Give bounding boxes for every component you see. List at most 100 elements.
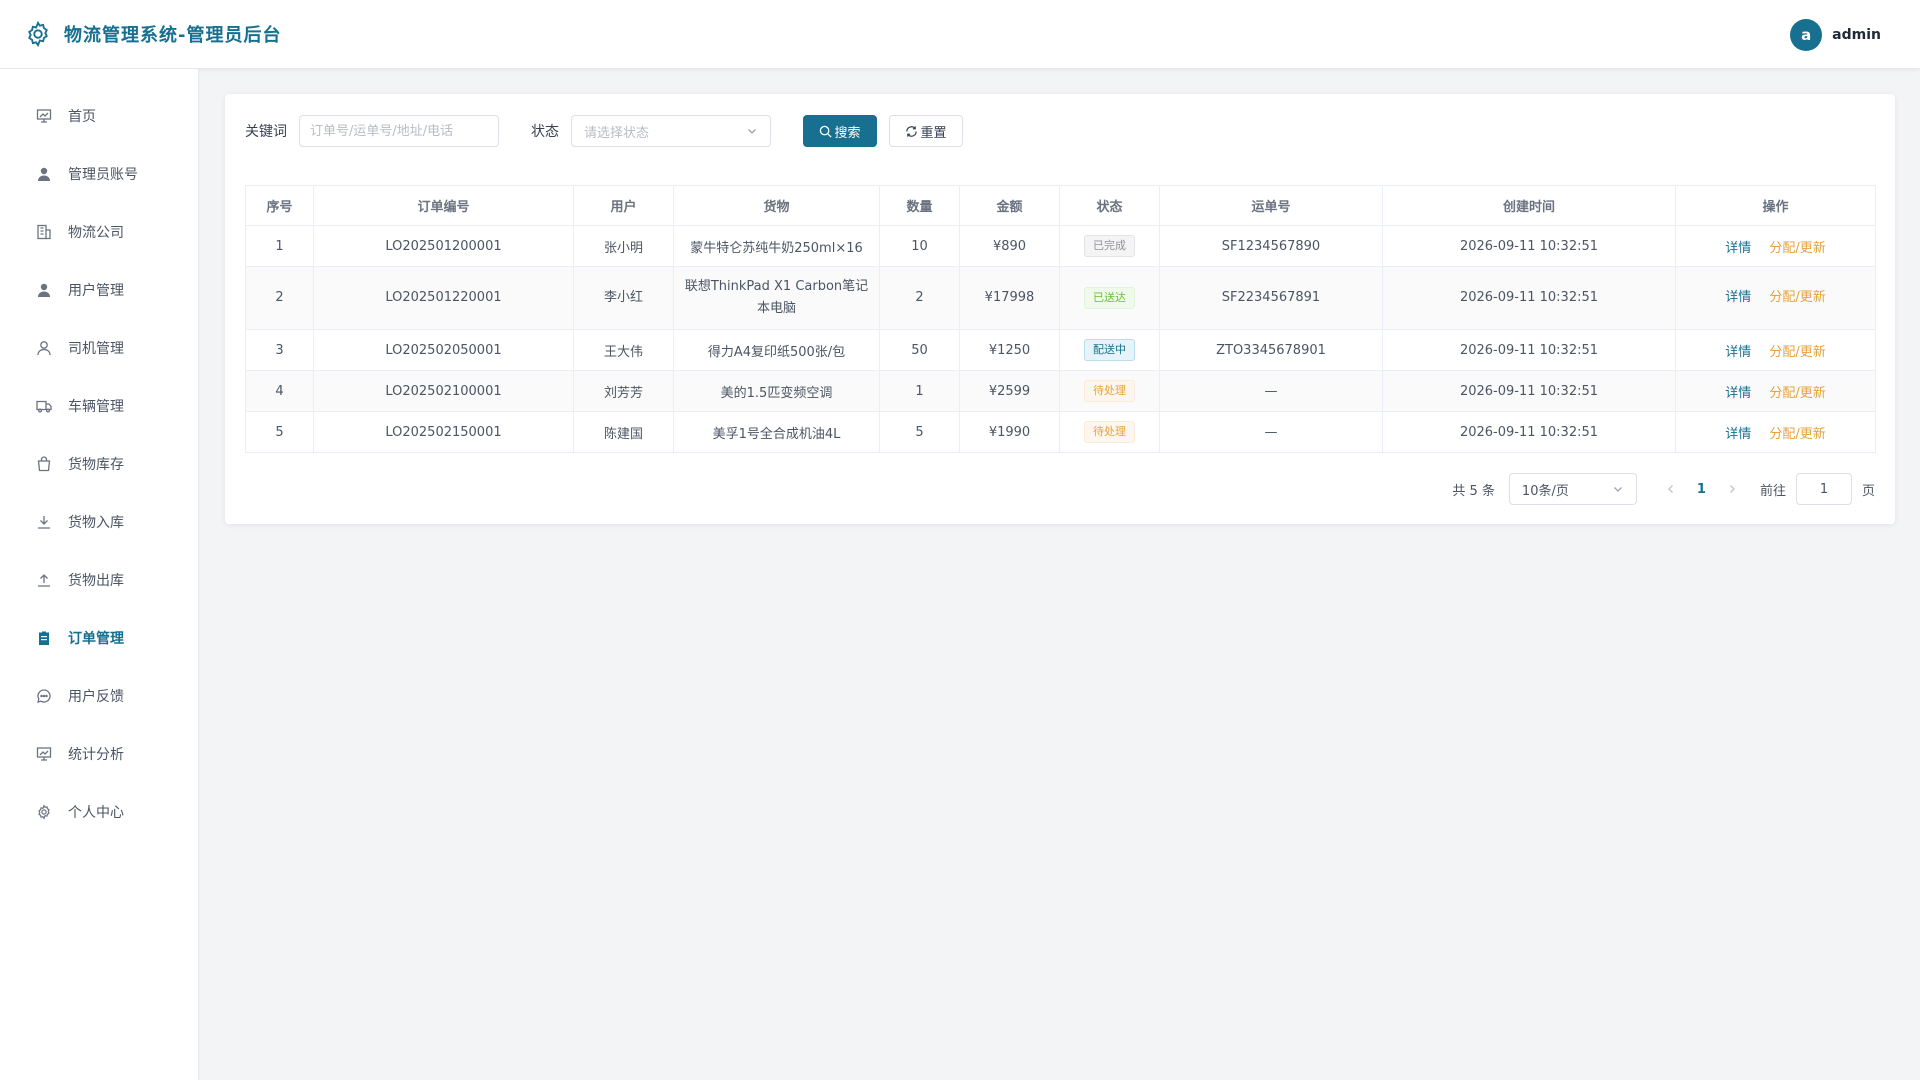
- cell-waybill: SF2234567891: [1159, 266, 1383, 330]
- cell-goods: 蒙牛特仑苏纯牛奶250ml×16: [673, 225, 880, 267]
- cell-amount: ¥890: [959, 225, 1060, 267]
- assign-update-link[interactable]: 分配/更新: [1769, 241, 1825, 256]
- sidebar-item-home[interactable]: 首页: [0, 87, 198, 145]
- sidebar-item-feedback[interactable]: 用户反馈: [0, 667, 198, 725]
- cell-user: 陈建国: [573, 411, 674, 453]
- cell-qty: 10: [879, 225, 960, 267]
- cell-qty: 50: [879, 329, 960, 371]
- detail-link[interactable]: 详情: [1725, 345, 1751, 360]
- user-menu[interactable]: a admin: [1790, 19, 1881, 51]
- cell-created: 2026-09-11 10:32:51: [1382, 370, 1676, 412]
- user-filled-icon: [38, 167, 50, 181]
- cell-goods: 得力A4复印纸500张/包: [673, 329, 880, 371]
- sidebar-item-statistics[interactable]: 统计分析: [0, 725, 198, 783]
- gear-icon: [38, 804, 50, 820]
- column-header: 订单编号: [313, 185, 574, 226]
- detail-link[interactable]: 详情: [1725, 241, 1751, 256]
- sidebar-item-admin-accounts[interactable]: 管理员账号: [0, 145, 198, 203]
- table-row: 2 LO202501220001 李小红 联想ThinkPad X1 Carbo…: [245, 266, 1876, 330]
- cell-order-no: LO202501220001: [313, 266, 574, 330]
- chat-icon: [37, 689, 51, 703]
- cell-order-no: LO202502100001: [313, 370, 574, 412]
- sidebar: 首页 管理员账号 物流公司 用户管理 司机管理 车辆管理 货物库存 货物入库 货…: [0, 69, 199, 1080]
- sidebar-item-label: 管理员账号: [68, 167, 138, 183]
- table-row: 3 LO202502050001 王大伟 得力A4复印纸500张/包 50 ¥1…: [245, 329, 1876, 371]
- cell-goods: 美孚1号全合成机油4L: [673, 411, 880, 453]
- search-button-label: 搜索: [834, 125, 861, 141]
- username[interactable]: admin: [1832, 27, 1881, 43]
- cell-goods: 联想ThinkPad X1 Carbon笔记本电脑: [673, 266, 880, 330]
- gear-logo-icon: [28, 20, 48, 48]
- cell-created: 2026-09-11 10:32:51: [1382, 411, 1676, 453]
- cell-order-no: LO202501200001: [313, 225, 574, 267]
- sidebar-item-vehicles[interactable]: 车辆管理: [0, 377, 198, 435]
- page-size-select[interactable]: 10条/页: [1508, 473, 1637, 505]
- goto-page-input[interactable]: [1795, 473, 1852, 505]
- column-header: 状态: [1059, 185, 1160, 226]
- chevron-down-icon: [748, 129, 756, 134]
- orders-card: 关键词 状态 请选择状态 搜索 重置 序号 订单编号 用户 货物: [225, 94, 1895, 524]
- search-button[interactable]: 搜索: [803, 115, 877, 147]
- table-row: 1 LO202501200001 张小明 蒙牛特仑苏纯牛奶250ml×16 10…: [245, 225, 1876, 267]
- assign-update-link[interactable]: 分配/更新: [1769, 386, 1825, 401]
- reset-button[interactable]: 重置: [889, 115, 963, 147]
- column-header: 创建时间: [1382, 185, 1676, 226]
- sidebar-item-orders[interactable]: 订单管理: [0, 609, 198, 667]
- keyword-input[interactable]: [299, 115, 499, 147]
- cell-user: 王大伟: [573, 329, 674, 371]
- assign-update-link[interactable]: 分配/更新: [1769, 427, 1825, 442]
- table-row: 5 LO202502150001 陈建国 美孚1号全合成机油4L 5 ¥1990…: [245, 411, 1876, 453]
- sidebar-item-label: 用户管理: [68, 283, 124, 299]
- chevron-left-icon[interactable]: [1665, 483, 1677, 495]
- cell-waybill: ZTO3345678901: [1159, 329, 1383, 371]
- cell-qty: 5: [879, 411, 960, 453]
- sidebar-item-drivers[interactable]: 司机管理: [0, 319, 198, 377]
- chevron-right-icon[interactable]: [1726, 483, 1738, 495]
- cell-user: 张小明: [573, 225, 674, 267]
- sidebar-item-profile[interactable]: 个人中心: [0, 783, 198, 841]
- status-select[interactable]: 请选择状态: [571, 115, 771, 147]
- cell-created: 2026-09-11 10:32:51: [1382, 329, 1676, 371]
- status-badge: 待处理: [1084, 421, 1135, 443]
- assign-update-link[interactable]: 分配/更新: [1769, 290, 1825, 305]
- total-count: 共 5 条: [1452, 483, 1495, 499]
- column-header: 货物: [673, 185, 880, 226]
- sidebar-item-inventory[interactable]: 货物库存: [0, 435, 198, 493]
- cell-amount: ¥2599: [959, 370, 1060, 412]
- top-header: 物流管理系统-管理员后台 a admin: [0, 0, 1920, 69]
- avatar[interactable]: a: [1790, 19, 1823, 51]
- column-header: 序号: [245, 185, 314, 226]
- filter-bar: 关键词 状态 请选择状态 搜索 重置: [245, 115, 963, 147]
- column-header: 数量: [879, 185, 960, 226]
- keyword-label: 关键词: [245, 124, 287, 140]
- page-size-value: 10条/页: [1521, 483, 1569, 499]
- cell-amount: ¥1250: [959, 329, 1060, 371]
- sidebar-item-label: 首页: [68, 109, 96, 125]
- cell-amount: ¥1990: [959, 411, 1060, 453]
- column-header: 运单号: [1159, 185, 1383, 226]
- cell-index: 4: [245, 370, 314, 412]
- detail-link[interactable]: 详情: [1725, 290, 1751, 305]
- cell-waybill: —: [1159, 411, 1383, 453]
- sidebar-item-logistics-company[interactable]: 物流公司: [0, 203, 198, 261]
- assign-update-link[interactable]: 分配/更新: [1769, 345, 1825, 360]
- search-icon: [820, 125, 833, 138]
- page-number-current[interactable]: 1: [1697, 482, 1706, 497]
- building-icon: [37, 224, 51, 240]
- sidebar-item-users[interactable]: 用户管理: [0, 261, 198, 319]
- column-header: 用户: [573, 185, 674, 226]
- upload-icon: [38, 574, 50, 587]
- cell-created: 2026-09-11 10:32:51: [1382, 266, 1676, 330]
- sidebar-item-stock-out[interactable]: 货物出库: [0, 551, 198, 609]
- cell-index: 5: [245, 411, 314, 453]
- sidebar-item-stock-in[interactable]: 货物入库: [0, 493, 198, 551]
- table-row: 4 LO202502100001 刘芳芳 美的1.5匹变频空调 1 ¥2599 …: [245, 370, 1876, 412]
- detail-link[interactable]: 详情: [1725, 386, 1751, 401]
- detail-link[interactable]: 详情: [1725, 427, 1751, 442]
- cell-user: 刘芳芳: [573, 370, 674, 412]
- cell-waybill: SF1234567890: [1159, 225, 1383, 267]
- status-badge: 已完成: [1084, 235, 1135, 257]
- cell-waybill: —: [1159, 370, 1383, 412]
- sidebar-item-label: 货物出库: [68, 573, 124, 589]
- column-header: 操作: [1675, 185, 1876, 226]
